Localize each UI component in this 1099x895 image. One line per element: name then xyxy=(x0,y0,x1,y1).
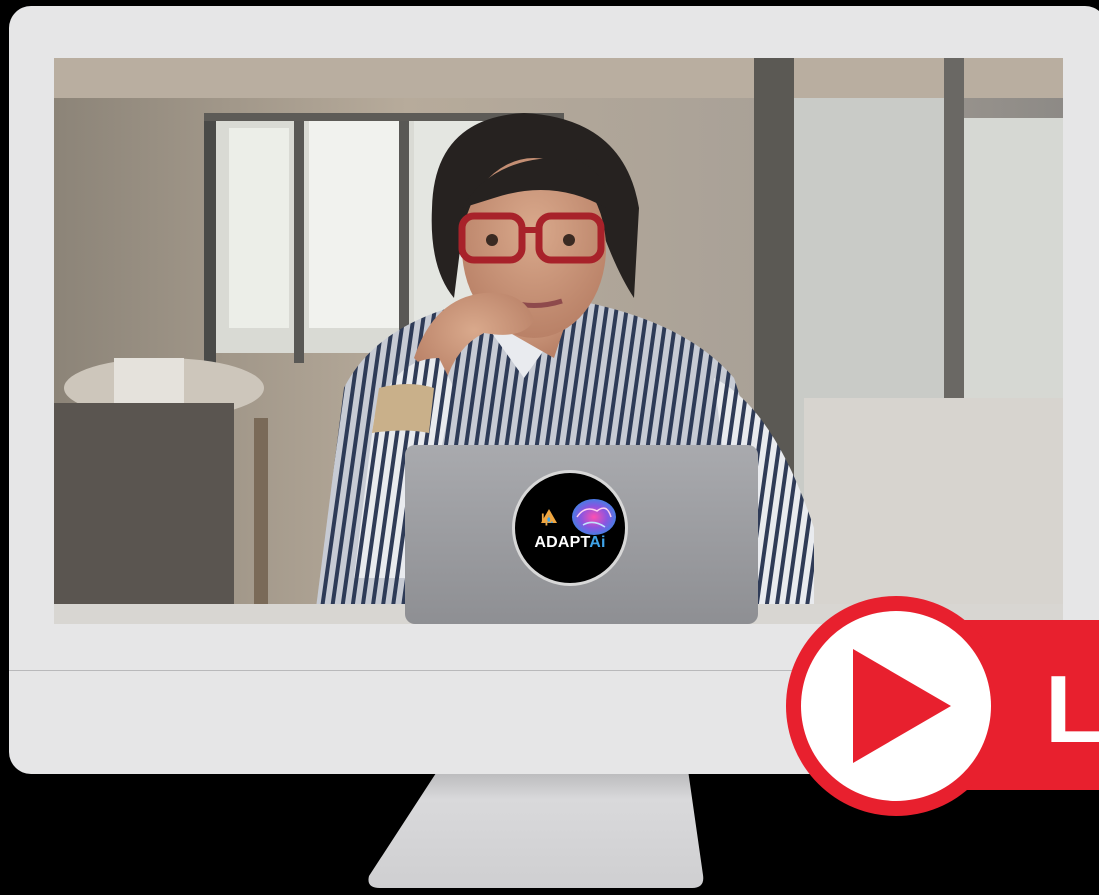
logo-text-part1: ADAPT xyxy=(534,534,590,551)
logo-brand-mark: lp xyxy=(541,511,553,526)
live-badge-label: L xyxy=(1045,656,1099,763)
brain-icon xyxy=(541,499,616,535)
play-icon[interactable] xyxy=(853,649,951,763)
logo-text: ADAPTAi xyxy=(515,534,625,552)
logo-text-part2: Ai xyxy=(589,534,606,551)
adaptai-logo-sticker: lp ADAPTAi xyxy=(512,470,628,586)
